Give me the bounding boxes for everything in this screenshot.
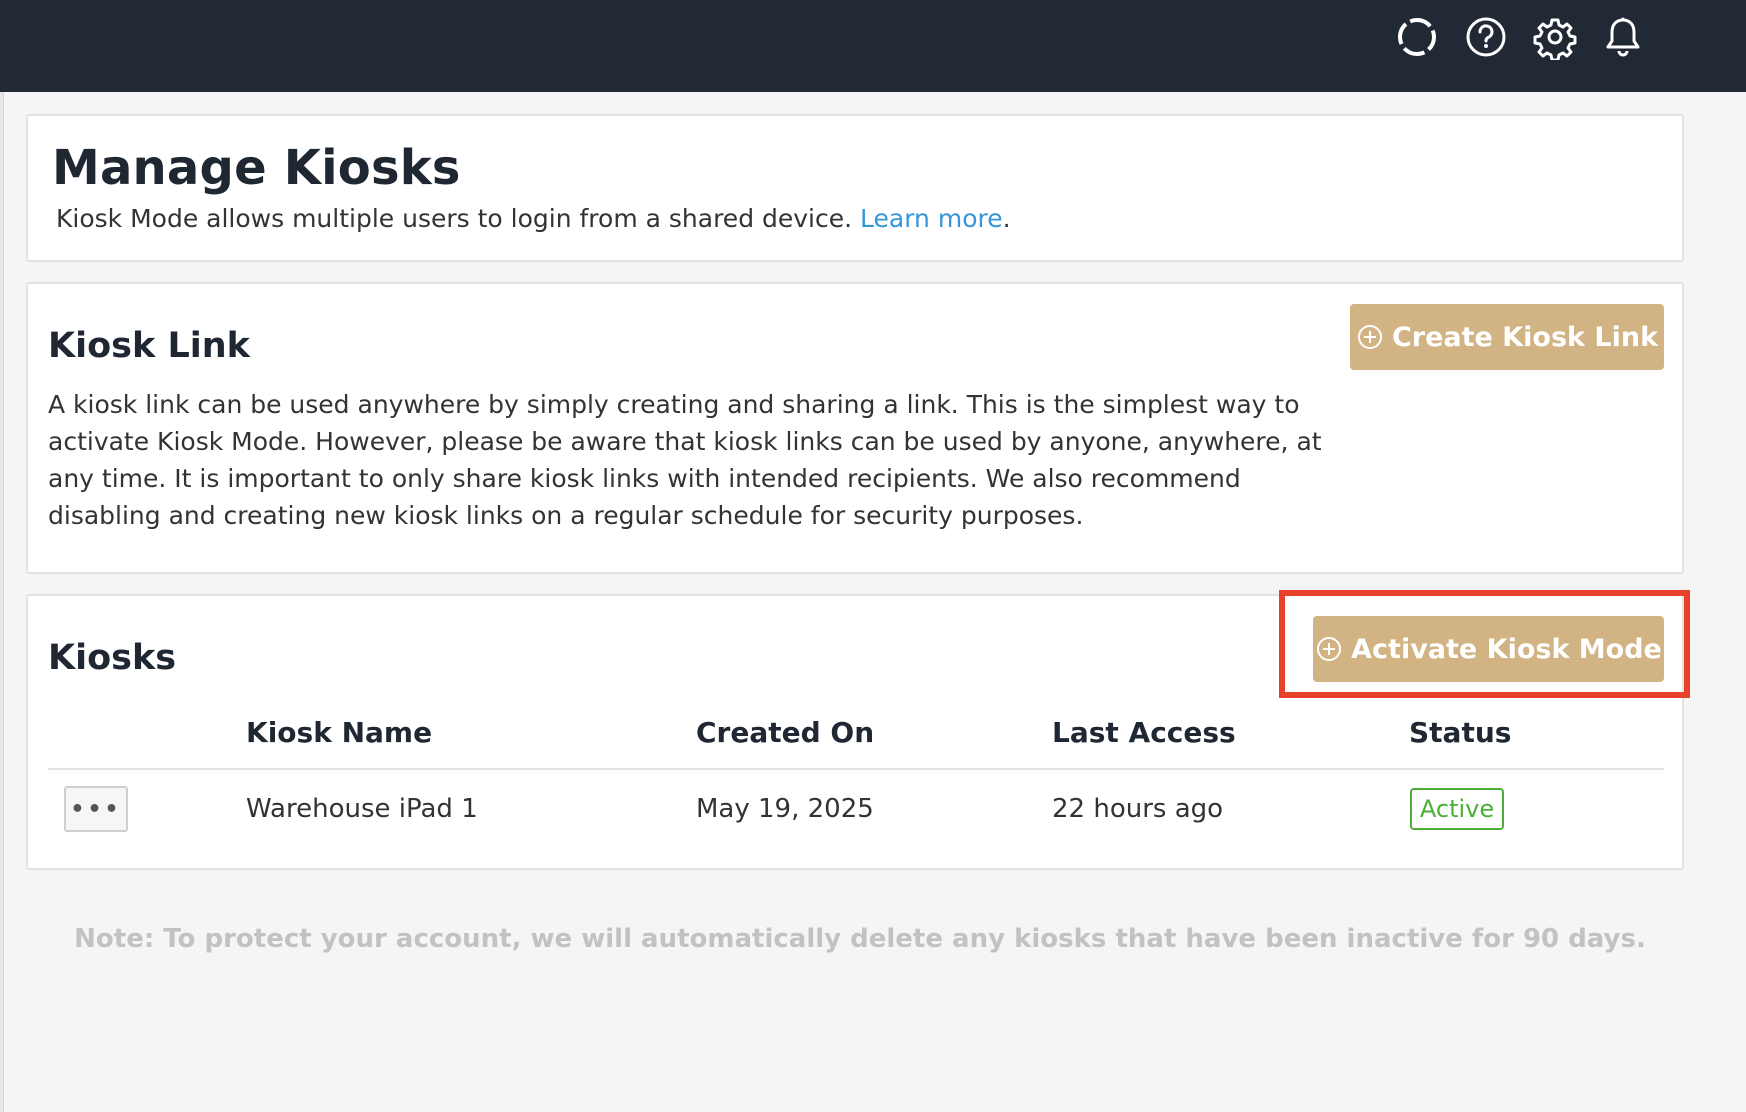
kiosks-card: Kiosks Activate Kiosk Mode Kiosk Name Cr…	[26, 594, 1684, 870]
table-divider	[48, 768, 1664, 770]
learn-more-link[interactable]: Learn more	[860, 204, 1003, 233]
column-header-kiosk-name[interactable]: Kiosk Name	[246, 716, 432, 749]
status-badge: Active	[1410, 788, 1504, 830]
column-header-created-on[interactable]: Created On	[696, 716, 874, 749]
kiosk-link-card: Kiosk Link A kiosk link can be used anyw…	[26, 282, 1684, 574]
kiosk-link-description: A kiosk link can be used anywhere by sim…	[48, 390, 1322, 530]
last-access-cell: 22 hours ago	[1052, 794, 1224, 824]
create-kiosk-link-label: Create Kiosk Link	[1391, 321, 1659, 353]
column-header-status[interactable]: Status	[1409, 716, 1511, 749]
page-header-card: Manage Kiosks Kiosk Mode allows multiple…	[26, 114, 1684, 262]
loading-ring-icon[interactable]	[1394, 14, 1440, 60]
column-header-last-access[interactable]: Last Access	[1052, 716, 1236, 749]
kiosks-title: Kiosks	[48, 638, 177, 678]
page-title: Manage Kiosks	[52, 140, 461, 196]
row-actions-menu-button[interactable]: •••	[64, 786, 128, 832]
kiosk-name-cell: Warehouse iPad 1	[246, 794, 478, 824]
gear-icon[interactable]	[1532, 14, 1578, 60]
create-kiosk-link-button[interactable]: Create Kiosk Link	[1350, 304, 1664, 370]
page-subtitle: Kiosk Mode allows multiple users to logi…	[56, 204, 1011, 233]
top-navigation-bar	[0, 0, 1746, 92]
bell-icon[interactable]	[1600, 14, 1646, 60]
activate-kiosk-mode-button[interactable]: Activate Kiosk Mode	[1313, 616, 1664, 682]
help-icon[interactable]	[1463, 14, 1509, 60]
retention-note: Note: To protect your account, we will a…	[74, 924, 1646, 954]
sidebar-edge	[0, 92, 4, 1112]
plus-circle-icon	[1357, 325, 1382, 349]
subtitle-period: .	[1002, 204, 1011, 233]
plus-circle-icon	[1317, 637, 1342, 661]
activate-kiosk-mode-label: Activate Kiosk Mode	[1351, 633, 1662, 665]
kiosk-link-title: Kiosk Link	[48, 326, 250, 366]
subtitle-text: Kiosk Mode allows multiple users to logi…	[56, 204, 853, 233]
created-on-cell: May 19, 2025	[696, 794, 874, 824]
